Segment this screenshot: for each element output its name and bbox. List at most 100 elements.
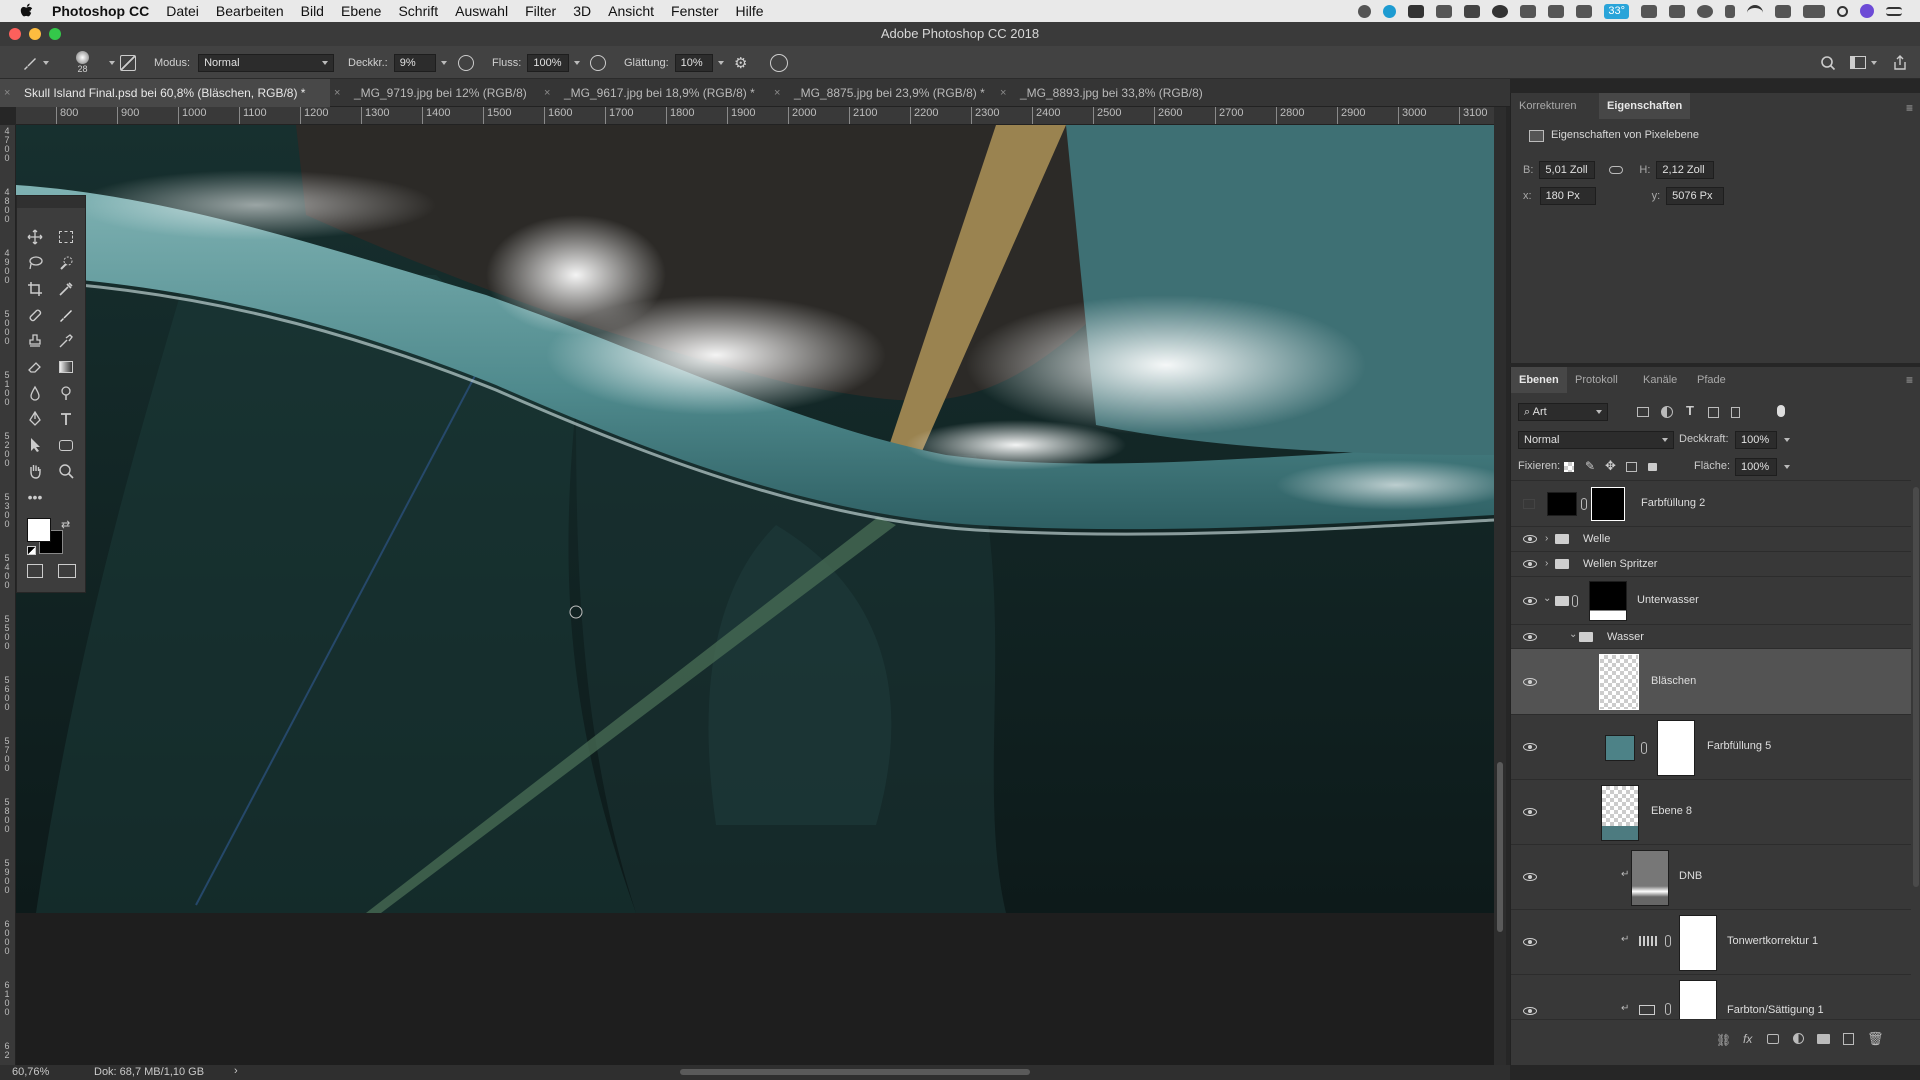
link-icon[interactable]	[1581, 498, 1587, 510]
vertical-scrollbar[interactable]	[1494, 107, 1506, 1065]
pressure-size-toggle[interactable]	[770, 46, 788, 79]
tab-korrekturen[interactable]: Korrekturen	[1511, 93, 1584, 119]
search-icon[interactable]	[1837, 5, 1848, 17]
layer-row-dnb[interactable]: ↵ DNB	[1511, 844, 1911, 909]
tools-panel-grip[interactable]	[17, 196, 85, 208]
blur-tool[interactable]	[24, 382, 46, 404]
tab-kanaele[interactable]: Kanäle	[1635, 367, 1685, 393]
flow-input[interactable]: 100%	[527, 53, 570, 72]
new-group-icon[interactable]	[1817, 1034, 1830, 1044]
brush-settings-panel-toggle[interactable]	[120, 46, 136, 79]
width-input[interactable]: 5,01 Zoll	[1539, 161, 1596, 179]
document-info[interactable]: Dok: 68,7 MB/1,10 GB	[94, 1066, 204, 1078]
hidden-visibility-box[interactable]	[1523, 499, 1535, 509]
lock-artboard-icon[interactable]	[1626, 462, 1637, 472]
eye-icon[interactable]	[1523, 560, 1537, 568]
layer-row-tonwertkorrektur-1[interactable]: ↵ Tonwertkorrektur 1	[1511, 909, 1911, 974]
layer-row-wellen-spritzer[interactable]: › Wellen Spritzer	[1511, 551, 1911, 576]
tool-preset-picker[interactable]	[22, 46, 49, 79]
panel-menu-icon[interactable]: ≡	[1906, 101, 1913, 115]
type-tool[interactable]	[55, 408, 77, 430]
layer-opacity-input[interactable]: 100%	[1735, 431, 1777, 449]
opacity-input[interactable]: 9%	[393, 53, 436, 72]
quick-mask-icon[interactable]	[27, 564, 43, 578]
minimize-window-button[interactable]	[29, 28, 41, 40]
gradient-tool[interactable]	[55, 356, 77, 378]
healing-brush-tool[interactable]	[24, 304, 46, 326]
layer-row-blaeschen[interactable]: Bläschen	[1511, 648, 1911, 714]
mask-thumbnail[interactable]	[1679, 915, 1717, 971]
layer-row-farbfuellung-5[interactable]: Farbfüllung 5	[1511, 714, 1911, 779]
notification-center-icon[interactable]	[1886, 6, 1902, 16]
swap-colors-icon[interactable]: ⇄	[61, 518, 70, 531]
layer-fill-caret[interactable]	[1784, 465, 1790, 469]
status-menu-arrow[interactable]: ›	[234, 1065, 238, 1077]
filter-adjustment-icon[interactable]	[1661, 406, 1673, 418]
layer-filter-select[interactable]: ⌕ Art	[1518, 403, 1608, 421]
foreground-color-swatch[interactable]	[27, 518, 51, 542]
pressure-opacity-toggle[interactable]	[458, 46, 474, 79]
layer-fill-input[interactable]: 100%	[1735, 458, 1777, 476]
brush-tool[interactable]	[55, 304, 77, 326]
filter-toggle[interactable]	[1777, 405, 1785, 417]
script-icon[interactable]	[1548, 4, 1565, 18]
creative-cloud-icon[interactable]	[1492, 4, 1509, 18]
menu-bild[interactable]: Bild	[301, 3, 324, 19]
smoothing-settings-button[interactable]: ⚙	[734, 46, 747, 79]
eye-icon[interactable]	[1523, 873, 1537, 881]
lock-transparency-icon[interactable]	[1564, 462, 1574, 472]
more-tools-button[interactable]: •••	[24, 486, 46, 508]
chevron-right-icon[interactable]: ›	[1545, 533, 1548, 544]
close-window-button[interactable]	[9, 28, 21, 40]
battery-icon[interactable]	[1803, 4, 1825, 18]
layer-row-farbfuellung-2[interactable]: Farbfüllung 2	[1511, 480, 1911, 526]
menu-schrift[interactable]: Schrift	[398, 3, 438, 19]
share-button[interactable]	[1892, 46, 1908, 79]
brush-preset-picker[interactable]: 28	[76, 46, 89, 79]
document-canvas[interactable]	[16, 125, 1494, 913]
trash-icon[interactable]: 🗑	[1867, 1031, 1884, 1047]
menu-fenster[interactable]: Fenster	[671, 3, 718, 19]
siri-icon[interactable]	[1860, 4, 1874, 18]
gear-icon[interactable]	[1697, 4, 1713, 18]
lock-all-icon[interactable]	[1648, 463, 1657, 471]
quick-selection-tool[interactable]	[55, 252, 77, 274]
mask-thumbnail[interactable]	[1589, 581, 1627, 621]
history-brush-tool[interactable]	[55, 330, 77, 352]
mode-select[interactable]: Normal	[198, 53, 335, 72]
default-colors-icon[interactable]	[27, 546, 36, 555]
drive-icon[interactable]	[1436, 4, 1453, 18]
tab-mg-8893[interactable]: × _MG_8893.jpg bei 33,8% (RGB/8)	[996, 79, 1226, 107]
tab-mg-8875[interactable]: × _MG_8875.jpg bei 23,9% (RGB/8) *	[770, 79, 995, 107]
zoom-window-button[interactable]	[49, 28, 61, 40]
eye-icon[interactable]	[1523, 633, 1537, 641]
lasso-tool[interactable]	[24, 252, 46, 274]
workspace-switcher[interactable]	[1850, 46, 1877, 79]
hd-icon[interactable]	[1641, 4, 1657, 18]
layer-row-welle[interactable]: › Welle	[1511, 526, 1911, 551]
y-input[interactable]: 5076 Px	[1666, 187, 1725, 205]
airbrush-toggle[interactable]	[590, 46, 606, 79]
zoom-level[interactable]: 60,76%	[12, 1066, 49, 1078]
menu-hilfe[interactable]: Hilfe	[736, 3, 764, 19]
eye-icon[interactable]	[1523, 1007, 1537, 1015]
clone-stamp-tool[interactable]	[24, 330, 46, 352]
apple-icon[interactable]	[20, 3, 34, 19]
layer-row-unterwasser[interactable]: ⌄ Unterwasser	[1511, 576, 1911, 624]
menu-3d[interactable]: 3D	[573, 3, 591, 19]
marquee-tool[interactable]	[55, 226, 77, 248]
link-dimensions-icon[interactable]	[1609, 166, 1624, 174]
menu-filter[interactable]: Filter	[525, 3, 556, 19]
lock-position-icon[interactable]: ✥	[1605, 458, 1616, 474]
new-layer-icon[interactable]	[1843, 1033, 1854, 1045]
hand-tool[interactable]	[24, 460, 46, 482]
bluetooth-icon[interactable]	[1725, 4, 1735, 18]
horizontal-scroll-thumb[interactable]	[680, 1069, 1030, 1075]
cloud-icon[interactable]	[1464, 4, 1481, 18]
eye-icon[interactable]	[1523, 678, 1537, 686]
x-input[interactable]: 180 Px	[1539, 187, 1596, 205]
layers-scrollbar[interactable]	[1913, 487, 1919, 887]
close-tab-icon[interactable]: ×	[1000, 79, 1006, 107]
chevron-down-icon[interactable]: ⌄	[1569, 629, 1577, 640]
pen-tool[interactable]	[24, 408, 46, 430]
